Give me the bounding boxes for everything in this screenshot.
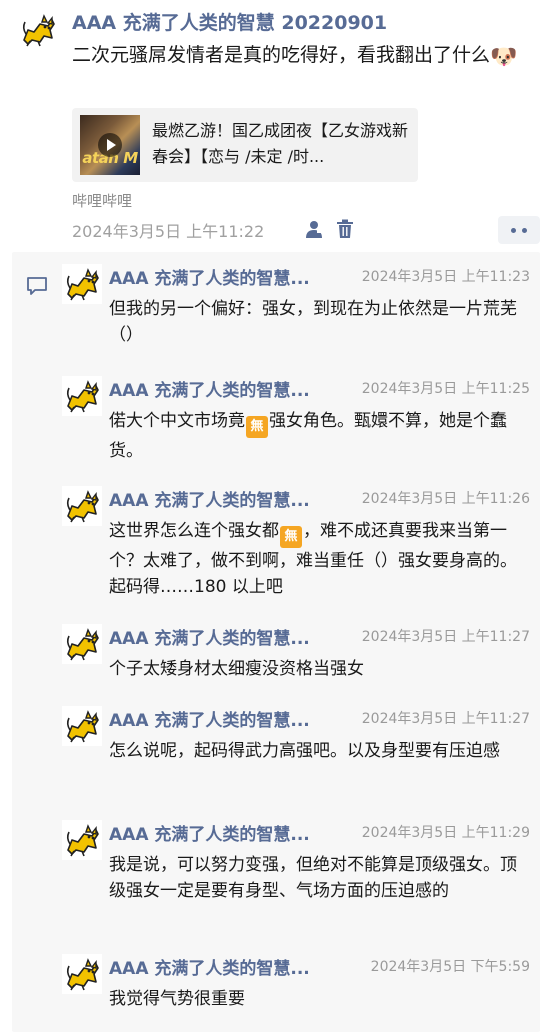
comment-text: 但我的另一个偏好：强女，到现在为止依然是一片荒芜（）: [109, 296, 527, 348]
link-title: 最燃乙游！国乙成团夜【乙女游戏新春会】【恋与 /未定 /时...: [152, 121, 409, 166]
comment-text: 个子太矮身材太细瘦没资格当强女: [109, 656, 527, 682]
comment-text-part: 怎么说呢，起码得武力高强吧。以及身型要有压迫感: [109, 741, 500, 761]
comment-text: 怎么说呢，起码得武力高强吧。以及身型要有压迫感: [109, 738, 527, 764]
comment-text: 这世界怎么连个强女都無，难不成还真要我来当第一个？太难了，做不到啊，难当重任（）…: [109, 518, 527, 600]
comment-section: AAA 充满了人类的智慧... 2024年3月5日 上午11:23 但我的另一个偏好…: [12, 252, 540, 1032]
comment-timestamp: 2024年3月5日 上午11:29: [361, 825, 530, 841]
comment-text: 我是说，可以努力变强，但绝对不能算是顶级强女。顶级强女一定是要有身型、气场方面的…: [109, 852, 527, 904]
moment-post: AAA 充满了人类的智慧 20220901 二次元骚屌发情者是真的吃得好，看我翻…: [0, 0, 550, 244]
comment-timestamp: 2024年3月5日 上午11:23: [361, 269, 530, 285]
link-thumbnail: atan M: [80, 115, 140, 175]
cat-avatar-icon[interactable]: [62, 624, 102, 664]
wu-emoji-icon: 無: [280, 526, 302, 548]
cat-avatar-icon[interactable]: [18, 10, 58, 50]
comment-author-name[interactable]: AAA 充满了人类的智慧...: [109, 376, 310, 401]
comment-author-name[interactable]: AAA 充满了人类的智慧...: [109, 486, 310, 511]
post-source[interactable]: 哔哩哔哩: [72, 190, 132, 211]
wu-emoji-icon: 無: [246, 416, 268, 438]
more-dot: [522, 228, 527, 233]
cat-avatar-icon[interactable]: [62, 820, 102, 860]
comment-timestamp: 2024年3月5日 上午11:27: [361, 629, 530, 645]
comment-author-name[interactable]: AAA 充满了人类的智慧...: [109, 820, 310, 845]
comment-author-name[interactable]: AAA 充满了人类的智慧...: [109, 954, 310, 979]
cat-avatar-icon[interactable]: [62, 376, 102, 416]
post-text-content: 二次元骚屌发情者是真的吃得好，看我翻出了什么: [72, 44, 491, 66]
video-play-icon: [98, 133, 122, 157]
comment-author-name[interactable]: AAA 充满了人类的智慧...: [109, 264, 310, 289]
post-text: 二次元骚屌发情者是真的吃得好，看我翻出了什么🐶: [72, 40, 542, 70]
cat-avatar-icon[interactable]: [62, 486, 102, 526]
trash-icon[interactable]: [336, 219, 354, 239]
cat-avatar-icon[interactable]: [62, 706, 102, 746]
post-author-name[interactable]: AAA 充满了人类的智慧 20220901: [72, 8, 387, 35]
comment-author-name[interactable]: AAA 充满了人类的智慧...: [109, 706, 310, 731]
more-dots-icon[interactable]: [498, 216, 540, 244]
comment-timestamp: 2024年3月5日 上午11:26: [361, 491, 530, 507]
comment-timestamp: 2024年3月5日 下午5:59: [370, 959, 530, 975]
person-icon[interactable]: [304, 219, 324, 239]
comment-text: 我觉得气势很重要: [109, 986, 527, 1012]
comment-author-name[interactable]: AAA 充满了人类的智慧...: [109, 624, 310, 649]
more-dot: [511, 228, 516, 233]
post-timestamp: 2024年3月5日 上午11:22: [72, 222, 265, 241]
comment-text-part: 偌大个中文市场竟: [109, 411, 245, 431]
dog-face-icon: 🐶: [490, 45, 518, 70]
comment-bubble-icon: [26, 276, 48, 296]
cat-avatar-icon[interactable]: [62, 954, 102, 994]
comment-text-part: 我觉得气势很重要: [109, 989, 245, 1009]
comment-text-part: 但我的另一个偏好：强女，到现在为止依然是一片荒芜（）: [109, 299, 517, 345]
shared-link-card[interactable]: atan M 最燃乙游！国乙成团夜【乙女游戏新春会】【恋与 /未定 /时...: [72, 108, 418, 182]
cat-avatar-icon[interactable]: [62, 264, 102, 304]
comment-timestamp: 2024年3月5日 上午11:27: [361, 711, 530, 727]
comment-timestamp: 2024年3月5日 上午11:25: [361, 381, 530, 397]
comment-text: 偌大个中文市场竟無强女角色。甄嬛不算，她是个蠢货。: [109, 408, 527, 464]
comment-text-part: 这世界怎么连个强女都: [109, 521, 279, 541]
comment-text-part: 个子太矮身材太细瘦没资格当强女: [109, 659, 364, 679]
comment-text-part: 我是说，可以努力变强，但绝对不能算是顶级强女。顶级强女一定是要有身型、气场方面的…: [109, 855, 517, 901]
